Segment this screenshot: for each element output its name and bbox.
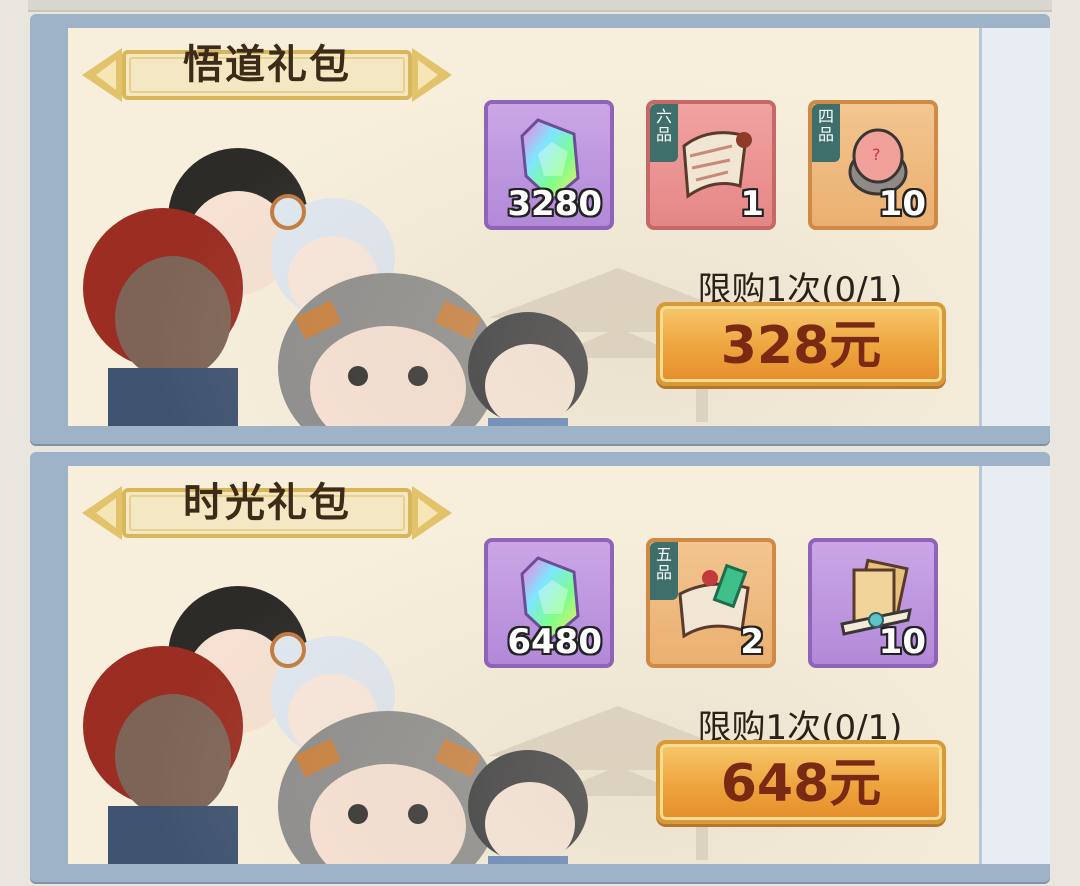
pack-items: 3280 六品 1 四品 ? 10 <box>484 100 944 234</box>
item-quantity: 6480 <box>507 622 602 662</box>
item-quantity: 2 <box>740 622 764 662</box>
reward-item-crystal[interactable]: 6480 <box>484 538 614 668</box>
card-side-panel <box>979 466 1050 864</box>
pack-title: 悟道礼包 <box>183 42 351 88</box>
item-quantity: 1 <box>740 184 764 224</box>
pack-title-banner: 时光礼包 <box>82 482 452 544</box>
buy-button[interactable]: 328元 <box>656 302 946 386</box>
card-side-panel <box>979 28 1050 426</box>
item-quantity: 3280 <box>507 184 602 224</box>
reward-item-stone[interactable]: 四品 ? 10 <box>808 100 938 230</box>
item-quantity: 10 <box>878 622 926 662</box>
reward-item-scroll[interactable]: 六品 1 <box>646 100 776 230</box>
pack-title: 时光礼包 <box>183 480 351 526</box>
buy-button-price: 328元 <box>720 316 882 376</box>
reward-item-card-pack[interactable]: 10 <box>808 538 938 668</box>
gift-pack-card-2: 时光礼包 6480 五品 2 10 限购1次(0/1) 648元 <box>30 452 1050 882</box>
buy-button-price: 648元 <box>720 754 882 814</box>
buy-button[interactable]: 648元 <box>656 740 946 824</box>
top-card-edge <box>28 0 1052 12</box>
gift-pack-card-1: 悟道礼包 3280 六品 1 四品 ? 10 限购1次(0/1) 328元 <box>30 14 1050 444</box>
item-quantity: 10 <box>878 184 926 224</box>
reward-item-crystal[interactable]: 3280 <box>484 100 614 230</box>
pack-items: 6480 五品 2 10 <box>484 538 944 672</box>
pack-title-banner: 悟道礼包 <box>82 44 452 106</box>
reward-item-map-scroll[interactable]: 五品 2 <box>646 538 776 668</box>
svg-text:?: ? <box>872 145 881 164</box>
